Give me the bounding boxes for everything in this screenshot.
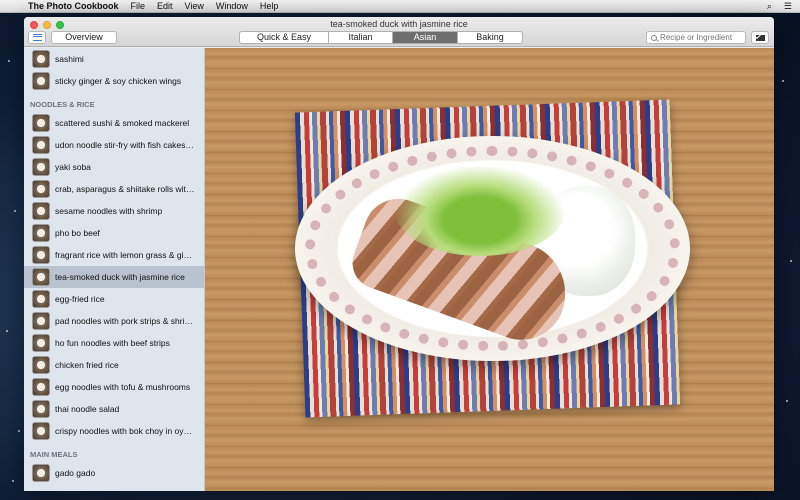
list-item[interactable]: sashimi: [24, 48, 204, 70]
list-icon: [32, 34, 42, 41]
list-item-label: pho bo beef: [55, 228, 100, 238]
section-header-main-meals: MAIN MEALS: [30, 450, 78, 459]
list-item-label: egg-fried rice: [55, 294, 105, 304]
list-item[interactable]: sticky ginger & soy chicken wings: [24, 70, 204, 92]
window-title: tea-smoked duck with jasmine rice: [330, 19, 468, 29]
scallion-garnish: [395, 166, 565, 256]
recipe-thumbnail: [32, 356, 50, 374]
list-item[interactable]: gado gado: [24, 462, 204, 484]
category-segmented-control: Quick & Easy Italian Asian Baking: [239, 31, 523, 44]
list-item[interactable]: sesame noodles with shrimp: [24, 200, 204, 222]
menu-bar: The Photo Cookbook File Edit View Window…: [0, 0, 800, 13]
menu-window[interactable]: Window: [216, 1, 248, 11]
list-item-label: fragrant rice with lemon grass & ginger: [55, 250, 195, 260]
list-item-label: sesame noodles with shrimp: [55, 206, 163, 216]
recipe-thumbnail: [32, 312, 50, 330]
list-item-label: thai noodle salad: [55, 404, 120, 414]
tab-asian[interactable]: Asian: [393, 32, 458, 43]
search-input[interactable]: [660, 33, 740, 42]
tab-italian[interactable]: Italian: [329, 32, 393, 43]
search-field[interactable]: [646, 31, 746, 44]
list-item-label: ho fun noodles with beef strips: [55, 338, 170, 348]
recipe-thumbnail: [32, 114, 50, 132]
recipe-thumbnail: [32, 50, 50, 68]
recipe-thumbnail: [32, 224, 50, 242]
list-item-label: crab, asparagus & shiitake rolls with...: [55, 184, 195, 194]
content-area: sashimi sticky ginger & soy chicken wing…: [24, 48, 774, 491]
list-item[interactable]: egg-fried rice: [24, 288, 204, 310]
list-item-label: yaki soba: [55, 162, 91, 172]
list-item-label: sashimi: [55, 54, 84, 64]
app-window: tea-smoked duck with jasmine rice Overvi…: [24, 17, 774, 491]
recipe-thumbnail: [32, 400, 50, 418]
recipe-photo: [205, 48, 774, 491]
list-item[interactable]: chicken fried rice: [24, 354, 204, 376]
list-item[interactable]: crispy noodles with bok choy in oyste...: [24, 420, 204, 442]
list-item[interactable]: yaki soba: [24, 156, 204, 178]
list-item-label: egg noodles with tofu & mushrooms: [55, 382, 191, 392]
list-item[interactable]: ho fun noodles with beef strips: [24, 332, 204, 354]
menu-file[interactable]: File: [131, 1, 146, 11]
list-item[interactable]: crab, asparagus & shiitake rolls with...: [24, 178, 204, 200]
list-item-label: sticky ginger & soy chicken wings: [55, 76, 182, 86]
list-item[interactable]: scattered sushi & smoked mackerel: [24, 112, 204, 134]
menu-app-name[interactable]: The Photo Cookbook: [28, 1, 119, 11]
recipe-thumbnail: [32, 158, 50, 176]
sidebar-toggle-button[interactable]: [28, 31, 46, 44]
recipe-thumbnail: [32, 202, 50, 220]
list-item-label: scattered sushi & smoked mackerel: [55, 118, 190, 128]
list-item[interactable]: thai noodle salad: [24, 398, 204, 420]
overview-button[interactable]: Overview: [51, 31, 117, 44]
tab-baking[interactable]: Baking: [458, 32, 522, 43]
search-icon: [651, 34, 657, 41]
list-item-label: crispy noodles with bok choy in oyste...: [55, 426, 195, 436]
menu-edit[interactable]: Edit: [157, 1, 173, 11]
recipe-thumbnail: [32, 378, 50, 396]
list-item[interactable]: pho bo beef: [24, 222, 204, 244]
recipe-thumbnail: [32, 72, 50, 90]
tab-quick-easy[interactable]: Quick & Easy: [240, 32, 329, 43]
list-item-label: udon noodle stir-fry with fish cakes &..…: [55, 140, 195, 150]
list-item-selected[interactable]: tea-smoked duck with jasmine rice: [24, 266, 204, 288]
recipe-thumbnail: [32, 246, 50, 264]
share-button[interactable]: [751, 31, 769, 44]
spotlight-search-icon[interactable]: ⌕: [767, 1, 772, 12]
recipe-thumbnail: [32, 464, 50, 482]
recipe-thumbnail: [32, 180, 50, 198]
recipe-thumbnail: [32, 136, 50, 154]
list-item[interactable]: pad noodles with pork strips & shrimp: [24, 310, 204, 332]
list-item-label: gado gado: [55, 468, 96, 478]
section-header-noodles-rice: NOODLES & RICE: [30, 100, 95, 109]
list-item[interactable]: fragrant rice with lemon grass & ginger: [24, 244, 204, 266]
list-item[interactable]: udon noodle stir-fry with fish cakes &..…: [24, 134, 204, 156]
list-item[interactable]: egg noodles with tofu & mushrooms: [24, 376, 204, 398]
menu-view[interactable]: View: [185, 1, 204, 11]
list-item-label: chicken fried rice: [55, 360, 119, 370]
envelope-icon: [755, 34, 765, 41]
title-bar: tea-smoked duck with jasmine rice Overvi…: [24, 17, 774, 47]
list-item-label: pad noodles with pork strips & shrimp: [55, 316, 195, 326]
recipe-thumbnail: [32, 290, 50, 308]
notification-center-icon[interactable]: ☰: [784, 1, 792, 12]
recipe-sidebar[interactable]: sashimi sticky ginger & soy chicken wing…: [24, 48, 205, 491]
menu-help[interactable]: Help: [260, 1, 279, 11]
list-item-label: tea-smoked duck with jasmine rice: [55, 272, 185, 282]
recipe-thumbnail: [32, 268, 50, 286]
recipe-thumbnail: [32, 334, 50, 352]
recipe-thumbnail: [32, 422, 50, 440]
